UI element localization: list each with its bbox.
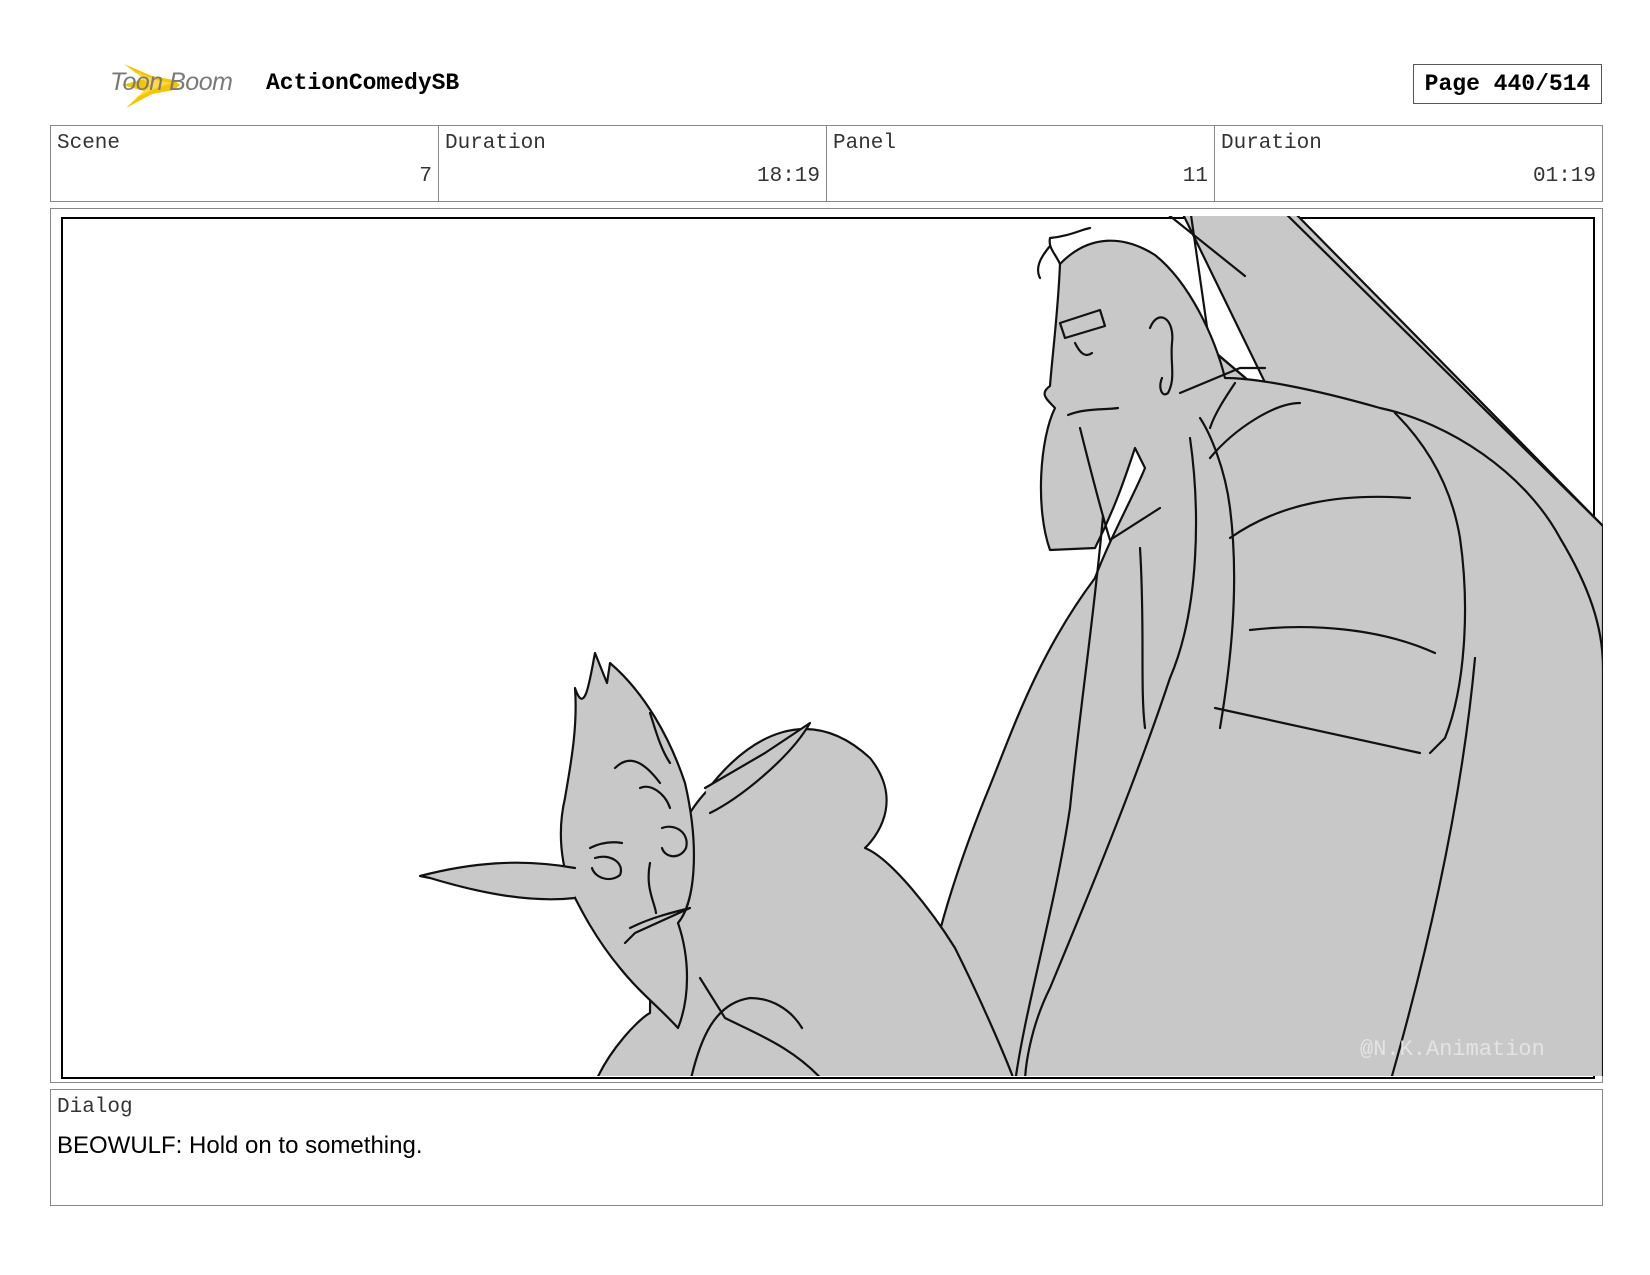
panel-label: Panel bbox=[833, 132, 897, 155]
scene-value: 7 bbox=[419, 165, 432, 188]
scene-label: Scene bbox=[57, 132, 121, 155]
scene-cell: Scene 7 bbox=[51, 126, 439, 201]
dialog-text: BEOWULF: Hold on to something. bbox=[57, 1132, 423, 1159]
page-indicator: Page 440/514 bbox=[1413, 64, 1602, 104]
dialog-box: Dialog BEOWULF: Hold on to something. bbox=[50, 1089, 1603, 1206]
logo-text: Toon Boom bbox=[110, 68, 233, 96]
panel-cell: Panel 11 bbox=[827, 126, 1215, 201]
storyboard-drawing bbox=[61, 216, 1603, 1079]
watermark: @N.K.Animation bbox=[1360, 1037, 1545, 1062]
scene-duration-label: Duration bbox=[445, 132, 546, 155]
panel-duration-label: Duration bbox=[1221, 132, 1322, 155]
panel-duration-value: 01:19 bbox=[1532, 165, 1596, 188]
panel-duration-cell: Duration 01:19 bbox=[1215, 126, 1602, 201]
project-title: ActionComedySB bbox=[266, 70, 460, 96]
dialog-label: Dialog bbox=[57, 1096, 133, 1119]
scene-duration-value: 18:19 bbox=[756, 165, 820, 188]
panel-value: 11 bbox=[1182, 165, 1208, 188]
scene-duration-cell: Duration 18:19 bbox=[439, 126, 827, 201]
info-bar: Scene 7 Duration 18:19 Panel 11 Duration… bbox=[50, 125, 1603, 202]
